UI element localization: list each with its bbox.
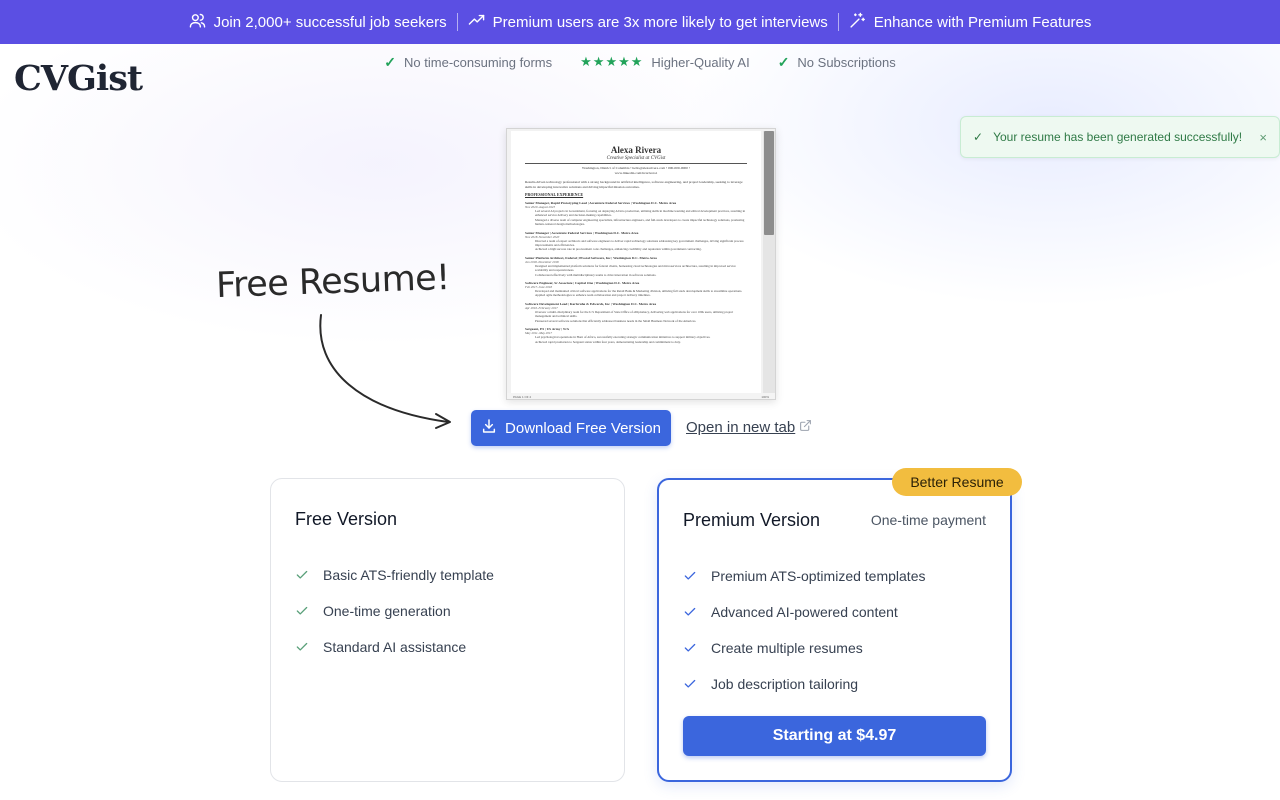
feature-label: Advanced AI-powered content (711, 604, 898, 620)
trending-up-icon (468, 12, 485, 33)
resume-name: Alexa Rivera (610, 145, 662, 155)
check-icon (295, 604, 309, 618)
download-icon (481, 418, 497, 438)
feature-label: No time-consuming forms (404, 54, 553, 70)
resume-contact-linkedin: www.linkedin.com/in/arivera1 (614, 171, 658, 175)
users-icon (189, 12, 206, 33)
check-icon (683, 605, 697, 619)
preview-statusbar: PAGE 1 OF 2 100% (507, 393, 775, 399)
scrollbar-thumb[interactable] (764, 131, 774, 235)
promo-banner: Join 2,000+ successful job seekers Premi… (0, 0, 1280, 44)
resume-bullet: Achieved rapid promotion to Sergeant sta… (535, 339, 681, 344)
feature-label: Create multiple resumes (711, 640, 863, 656)
feature-label: Basic ATS-friendly template (323, 567, 494, 583)
list-item: Standard AI assistance (295, 629, 494, 665)
banner-item-job-seekers: Join 2,000+ successful job seekers (179, 12, 457, 33)
feature-no-subscriptions: ✓ No Subscriptions (778, 53, 896, 71)
banner-text: Premium users are 3x more likely to get … (492, 13, 828, 31)
premium-plan-subtitle: One-time payment (870, 512, 986, 528)
free-resume-callout: Free Resume! (215, 257, 451, 307)
zoom-level: 100% (761, 395, 769, 399)
toast-message: Your resume has been generated successfu… (993, 130, 1243, 144)
check-icon (683, 677, 697, 691)
resume-bullet: Achieved a high success rate in procurem… (535, 247, 702, 252)
feature-label: Higher-Quality AI (651, 54, 750, 70)
external-link-icon (799, 419, 812, 436)
premium-feature-list: Premium ATS-optimized templates Advanced… (683, 558, 925, 702)
banner-item-premium[interactable]: Enhance with Premium Features (839, 12, 1102, 33)
feature-quality-ai: ★★★★★ Higher-Quality AI (580, 53, 750, 71)
free-feature-list: Basic ATS-friendly template One-time gen… (295, 557, 494, 665)
feature-strip: ✓ No time-consuming forms ★★★★★ Higher-Q… (0, 53, 1280, 71)
resume-bullet: Oversaw a multi-disciplinary team for th… (535, 309, 734, 319)
download-label: Download Free Version (505, 419, 661, 437)
resume-bullet: Managed a diverse team of computer engin… (535, 217, 745, 227)
resume-page: Alexa Rivera Creative Specialist at CVGi… (511, 131, 761, 393)
resume-divider (525, 163, 747, 164)
resume-bullet: Applied agile methodologies to enhance t… (535, 293, 651, 298)
download-free-button[interactable]: Download Free Version (471, 410, 671, 446)
check-icon (683, 569, 697, 583)
list-item: Job description tailoring (683, 666, 925, 702)
feature-label: Standard AI assistance (323, 639, 467, 655)
resume-section-heading: PROFESSIONAL EXPERIENCE (525, 192, 584, 197)
list-item: Advanced AI-powered content (683, 594, 925, 630)
banner-text: Enhance with Premium Features (873, 13, 1092, 31)
list-item: One-time generation (295, 593, 494, 629)
resume-title: Creative Specialist at CVGist (606, 156, 666, 161)
resume-bullet: Designed and implemented platform soluti… (535, 263, 736, 273)
preview-scrollbar[interactable] (763, 131, 775, 393)
feature-label: No Subscriptions (797, 54, 896, 70)
list-item: Basic ATS-friendly template (295, 557, 494, 593)
resume-bullet: Led several AI projects in Government, f… (535, 209, 746, 218)
better-resume-badge: Better Resume (892, 468, 1022, 496)
list-item: Premium ATS-optimized templates (683, 558, 925, 594)
check-icon (683, 641, 697, 655)
feature-label: Job description tailoring (711, 676, 859, 692)
open-link-label: Open in new tab (686, 419, 796, 436)
feature-label: One-time generation (323, 603, 451, 619)
close-icon[interactable]: × (1259, 130, 1267, 145)
open-new-tab-link[interactable]: Open in new tab (686, 419, 812, 436)
feature-label: Premium ATS-optimized templates (711, 568, 926, 584)
starting-price-button[interactable]: Starting at $4.97 (683, 716, 986, 756)
success-toast: ✓ Your resume has been generated success… (960, 116, 1280, 158)
premium-plan-card: Premium Version One-time payment Premium… (657, 478, 1012, 782)
sparkle-wand-icon (849, 12, 866, 33)
page-indicator: PAGE 1 OF 2 (513, 395, 532, 399)
list-item: Create multiple resumes (683, 630, 925, 666)
banner-text: Join 2,000+ successful job seekers (213, 13, 447, 31)
five-stars-icon: ★★★★★ (580, 54, 644, 69)
banner-item-interviews: Premium users are 3x more likely to get … (458, 12, 838, 33)
resume-bullet: Pioneered several software solutions tha… (535, 318, 697, 323)
check-icon (295, 640, 309, 654)
free-plan-card: Free Version Basic ATS-friendly template… (270, 478, 625, 782)
curved-arrow-icon (319, 314, 451, 429)
resume-bullet: Collaborated effectively with multidisci… (535, 272, 657, 277)
check-icon (295, 568, 309, 582)
feature-no-forms: ✓ No time-consuming forms (384, 53, 552, 71)
resume-preview[interactable]: Alexa Rivera Creative Specialist at CVGi… (506, 128, 776, 400)
resume-summary: Results-driven technology professional w… (525, 180, 743, 189)
check-icon: ✓ (777, 53, 790, 70)
check-icon: ✓ (973, 130, 984, 144)
premium-plan-title: Premium Version (683, 510, 821, 530)
resume-bullet: Directed a team of expert architects and… (535, 238, 744, 248)
check-icon: ✓ (384, 53, 397, 70)
free-plan-title: Free Version (295, 509, 398, 529)
